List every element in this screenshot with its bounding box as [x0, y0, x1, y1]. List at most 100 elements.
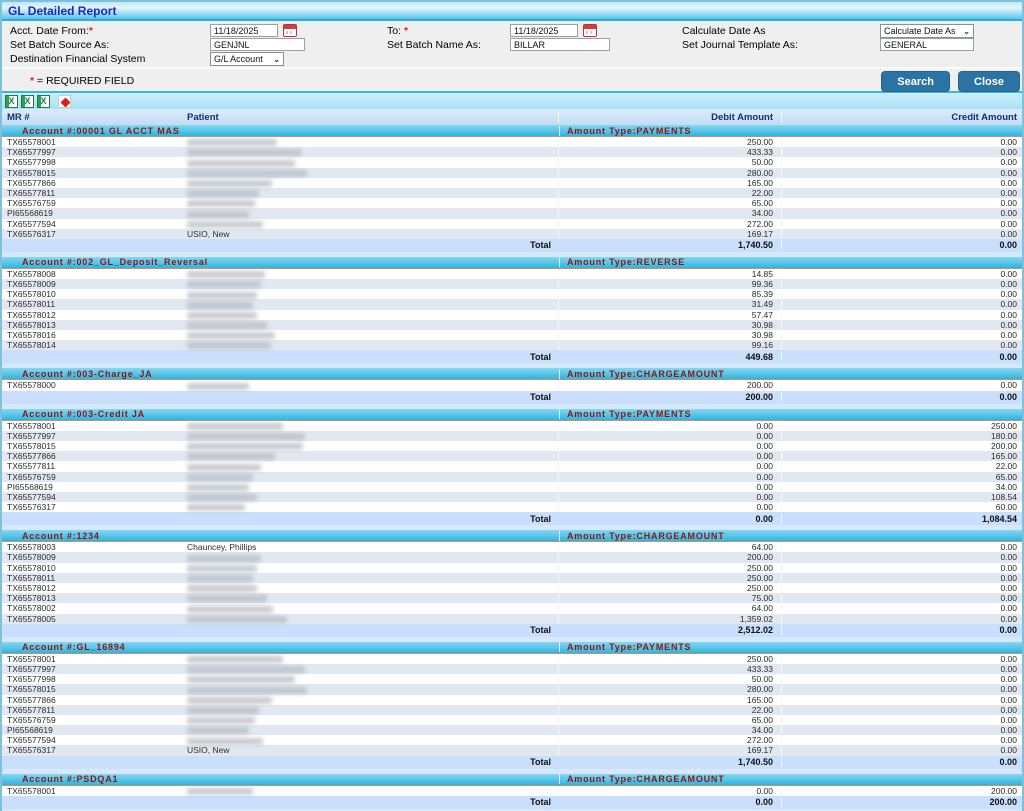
total-credit-cell: 0.00 [782, 757, 1022, 767]
table-row: TX6557800264.000.00 [2, 603, 1022, 613]
credit-cell: 0.00 [782, 219, 1022, 229]
excel-export-icon[interactable]: X [5, 95, 18, 108]
debit-cell: 64.00 [559, 603, 782, 613]
redacted-patient-name [187, 555, 261, 562]
total-credit-cell: 200.00 [782, 797, 1022, 807]
table-row: TX655778660.00165.00 [2, 451, 1022, 461]
search-button[interactable]: Search [881, 71, 950, 92]
destination-financial-system-select[interactable]: G/L Account ⌄ [210, 52, 284, 66]
set-batch-name-input[interactable] [510, 38, 610, 51]
acct-date-from-input[interactable] [210, 24, 278, 37]
debit-cell: 31.49 [559, 299, 782, 309]
credit-cell: 0.00 [782, 735, 1022, 745]
patient-cell [187, 310, 559, 320]
redacted-patient-name [187, 302, 253, 309]
patient-cell [187, 168, 559, 178]
to-date-input[interactable] [510, 24, 578, 37]
mr-cell: TX65578008 [2, 269, 187, 279]
debit-cell: 0.00 [559, 472, 782, 482]
redacted-patient-name [187, 464, 261, 471]
mr-cell: TX65577997 [2, 431, 187, 441]
credit-cell: 0.00 [782, 208, 1022, 218]
total-label: Total [2, 514, 559, 524]
mr-cell: TX65578016 [2, 330, 187, 340]
total-label: Total [2, 352, 559, 362]
patient-cell: USIO, New [187, 745, 559, 755]
mr-cell: TX65577866 [2, 695, 187, 705]
credit-cell: 0.00 [782, 583, 1022, 593]
table-row: TX65578015280.000.00 [2, 168, 1022, 178]
patient-cell [187, 289, 559, 299]
credit-cell: 0.00 [782, 725, 1022, 735]
redacted-patient-name [187, 139, 277, 146]
redacted-patient-name [187, 383, 249, 390]
mr-cell: TX65578000 [2, 380, 187, 390]
table-row: TX655780150.00200.00 [2, 441, 1022, 451]
table-row: TX655775940.00108.54 [2, 492, 1022, 502]
set-journal-template-input[interactable] [880, 38, 974, 51]
patient-cell [187, 330, 559, 340]
amount-type-label: Amount Type:PAYMENTS [559, 126, 1022, 136]
close-button[interactable]: Close [958, 71, 1020, 92]
mr-cell: TX65578001 [2, 786, 187, 796]
patient-cell [187, 461, 559, 471]
mr-cell: TX65578009 [2, 552, 187, 562]
excel-export-icon[interactable]: X [37, 95, 50, 108]
account-section-header: Account #:1234Amount Type:CHARGEAMOUNT [2, 530, 1022, 542]
to-label: To: * [387, 25, 408, 37]
excel-export-icon[interactable]: X [21, 95, 34, 108]
amount-type-label: Amount Type:CHARGEAMOUNT [559, 531, 1022, 541]
table-row: TX65578001250.000.00 [2, 137, 1022, 147]
mr-cell: TX65578013 [2, 593, 187, 603]
debit-cell: 250.00 [559, 654, 782, 664]
redacted-patient-name [187, 160, 295, 167]
redacted-patient-name [187, 342, 271, 349]
debit-cell: 433.33 [559, 147, 782, 157]
patient-cell [187, 664, 559, 674]
credit-cell: 0.00 [782, 695, 1022, 705]
set-batch-source-input[interactable] [210, 38, 305, 51]
credit-cell: 0.00 [782, 147, 1022, 157]
debit-cell: 22.00 [559, 188, 782, 198]
credit-cell: 0.00 [782, 157, 1022, 167]
patient-cell [187, 137, 559, 147]
mr-cell: TX65577998 [2, 674, 187, 684]
table-row: TX65578012250.000.00 [2, 583, 1022, 593]
debit-cell: 0.00 [559, 461, 782, 471]
patient-cell [187, 603, 559, 613]
redacted-patient-name [187, 585, 257, 592]
mr-cell: TX65577811 [2, 705, 187, 715]
redacted-patient-name [187, 504, 245, 511]
patient-cell [187, 421, 559, 431]
account-label: Account #:003-Charge_JA [2, 369, 559, 379]
redacted-patient-name [187, 666, 305, 673]
debit-cell: 0.00 [559, 502, 782, 512]
patient-cell [187, 482, 559, 492]
redacted-patient-name [187, 292, 257, 299]
debit-cell: 22.00 [559, 705, 782, 715]
calendar-icon[interactable] [283, 24, 297, 37]
calendar-icon[interactable] [583, 24, 597, 37]
debit-cell: 85.39 [559, 289, 782, 299]
debit-cell: 165.00 [559, 178, 782, 188]
total-row: Total2,512.020.00 [2, 624, 1022, 637]
credit-cell: 0.00 [782, 299, 1022, 309]
pdf-export-icon[interactable] [58, 95, 71, 108]
patient-cell [187, 502, 559, 512]
table-row: TX6557801375.000.00 [2, 593, 1022, 603]
amount-type-label: Amount Type:CHARGEAMOUNT [559, 774, 1022, 784]
table-row: TX65577594272.000.00 [2, 735, 1022, 745]
table-row: TX6557675965.000.00 [2, 715, 1022, 725]
credit-cell: 0.00 [782, 664, 1022, 674]
mr-cell: TX65578005 [2, 614, 187, 624]
table-row: TX6557799850.000.00 [2, 674, 1022, 684]
calculate-date-as-select[interactable]: Calculate Date As ⌄ [880, 24, 974, 38]
acct-date-from-label: Acct. Date From:* [10, 25, 93, 37]
table-row: TX6557800814.850.00 [2, 269, 1022, 279]
credit-cell: 165.00 [782, 451, 1022, 461]
patient-cell [187, 269, 559, 279]
credit-cell: 200.00 [782, 441, 1022, 451]
redacted-patient-name [187, 332, 275, 339]
mr-cell: TX65577811 [2, 188, 187, 198]
redacted-patient-name [187, 727, 249, 734]
